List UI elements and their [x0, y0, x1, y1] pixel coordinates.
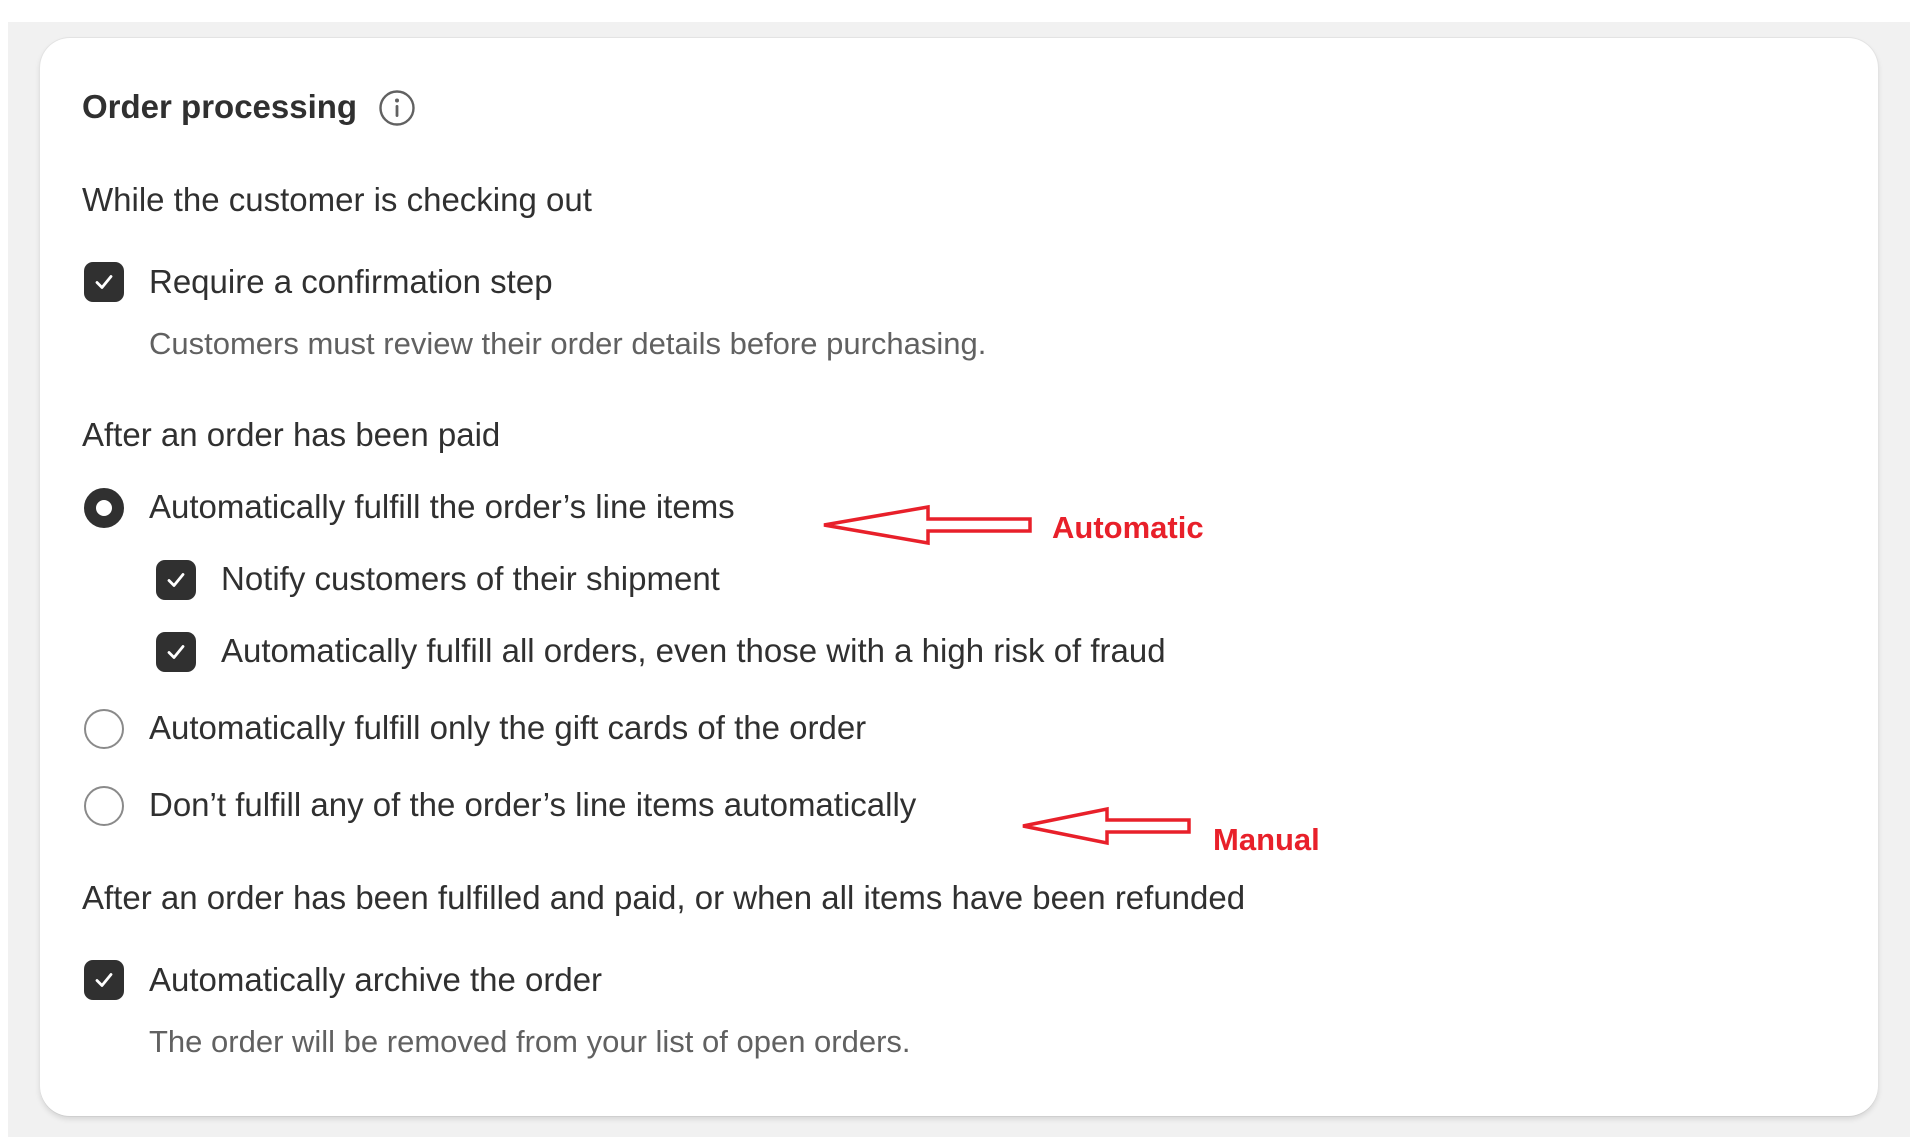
checkmark-icon — [95, 275, 113, 289]
fulfill-high-risk-checkbox[interactable] — [156, 632, 196, 672]
auto-fulfill-line-items-label[interactable]: Automatically fulfill the order’s line i… — [149, 482, 735, 532]
auto-archive-help: The order will be removed from your list… — [149, 1024, 911, 1059]
info-circle-icon[interactable] — [378, 89, 416, 127]
fulfill-high-risk-label[interactable]: Automatically fulfill all orders, even t… — [221, 626, 1166, 676]
checkmark-icon — [95, 973, 113, 987]
confirmation-step-label[interactable]: Require a confirmation step — [149, 257, 553, 307]
manual-annotation-label: Manual — [1213, 822, 1320, 857]
automatic-arrow-annotation — [823, 504, 1032, 546]
no-auto-fulfill-radio[interactable] — [84, 786, 124, 826]
confirmation-step-help: Customers must review their order detail… — [149, 326, 987, 361]
no-auto-fulfill-label[interactable]: Don’t fulfill any of the order’s line it… — [149, 780, 916, 830]
auto-archive-label[interactable]: Automatically archive the order — [149, 955, 602, 1005]
after-paid-section-heading: After an order has been paid — [82, 416, 501, 453]
auto-archive-checkbox[interactable] — [84, 960, 124, 1000]
auto-fulfill-gift-cards-label[interactable]: Automatically fulfill only the gift card… — [149, 703, 866, 753]
notify-customers-label[interactable]: Notify customers of their shipment — [221, 554, 720, 604]
auto-fulfill-line-items-radio[interactable] — [84, 488, 124, 528]
manual-arrow-annotation — [1022, 806, 1191, 846]
automatic-annotation-label: Automatic — [1052, 510, 1204, 545]
notify-customers-checkbox[interactable] — [156, 560, 196, 600]
checkmark-icon — [167, 645, 185, 659]
after-fulfilled-section-heading: After an order has been fulfilled and pa… — [82, 879, 1246, 916]
auto-fulfill-gift-cards-radio[interactable] — [84, 709, 124, 749]
card-title: Order processing — [82, 88, 358, 125]
checkout-section-heading: While the customer is checking out — [82, 181, 592, 218]
confirmation-step-checkbox[interactable] — [84, 262, 124, 302]
checkmark-icon — [167, 573, 185, 587]
